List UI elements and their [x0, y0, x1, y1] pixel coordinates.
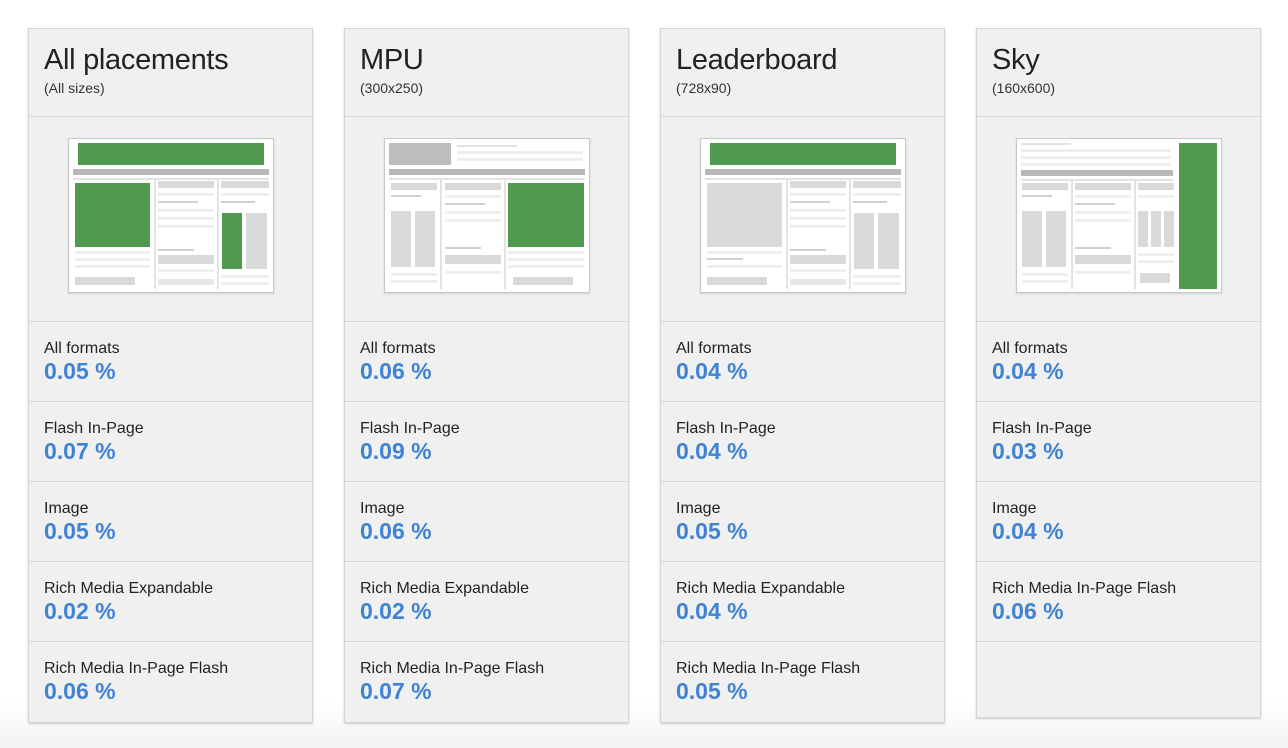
- metric-label: Rich Media In-Page Flash: [676, 660, 861, 677]
- placement-thumbnail-all: [67, 137, 274, 293]
- metric-row: All formats 0.04 %: [977, 322, 1260, 402]
- placement-thumbnail-area: [977, 117, 1260, 322]
- ad-leaderboard: [709, 142, 896, 165]
- card-subtitle: (300x250): [360, 80, 424, 96]
- placement-thumbnail-sky: [1015, 137, 1222, 293]
- metric-value: 0.06 %: [992, 598, 1064, 624]
- metric-label: Image: [360, 500, 405, 517]
- ad-mpu: [507, 182, 584, 247]
- card-subtitle: (160x600): [992, 80, 1056, 96]
- metric-label: Rich Media In-Page Flash: [992, 580, 1177, 597]
- card-subtitle: (All sizes): [44, 80, 105, 96]
- metric-value: 0.03 %: [992, 438, 1064, 464]
- metric-row: Image 0.04 %: [977, 482, 1260, 562]
- metric-value: 0.07 %: [360, 678, 432, 704]
- metric-row-empty: [977, 642, 1260, 717]
- metric-row: All formats 0.04 %: [661, 322, 944, 402]
- card-header: Leaderboard (728x90): [661, 29, 944, 117]
- metric-value: 0.04 %: [992, 358, 1064, 384]
- card-title: Sky: [992, 44, 1040, 76]
- ad-leaderboard: [77, 142, 264, 165]
- metric-label: Rich Media Expandable: [44, 580, 213, 597]
- metric-row: Image 0.05 %: [661, 482, 944, 562]
- placement-thumbnail-area: [29, 117, 312, 322]
- placement-card-all[interactable]: All placements (All sizes) All formats 0…: [28, 28, 313, 723]
- page-layout-diagram: [1020, 142, 1217, 289]
- metric-row: All formats 0.06 %: [345, 322, 628, 402]
- metric-row: Flash In-Page 0.04 %: [661, 402, 944, 482]
- metric-label: Rich Media In-Page Flash: [360, 660, 545, 677]
- metric-label: Rich Media Expandable: [360, 580, 529, 597]
- card-title: Leaderboard: [676, 44, 838, 76]
- metric-value: 0.05 %: [44, 518, 116, 544]
- page-layout-diagram: [388, 142, 585, 289]
- card-header: Sky (160x600): [977, 29, 1260, 117]
- metric-row: Rich Media In-Page Flash 0.06 %: [977, 562, 1260, 642]
- placement-thumbnail-area: [345, 117, 628, 322]
- metric-value: 0.06 %: [44, 678, 116, 704]
- metric-value: 0.05 %: [44, 358, 116, 384]
- page-layout-diagram: [704, 142, 901, 289]
- metric-label: Flash In-Page: [44, 420, 144, 437]
- metric-value: 0.07 %: [44, 438, 116, 464]
- card-subtitle: (728x90): [676, 80, 732, 96]
- metric-row: Flash In-Page 0.03 %: [977, 402, 1260, 482]
- metric-value: 0.02 %: [44, 598, 116, 624]
- placement-card-leaderboard[interactable]: Leaderboard (728x90) All formats 0.04 % …: [660, 28, 945, 723]
- ad-sky: [1178, 142, 1217, 289]
- metric-row: Flash In-Page 0.07 %: [29, 402, 312, 482]
- metric-label: All formats: [360, 340, 436, 357]
- placement-thumbnail-leaderboard: [699, 137, 906, 293]
- placement-card-mpu[interactable]: MPU (300x250) All formats 0.06 % Flash I…: [344, 28, 629, 723]
- card-title: All placements: [44, 44, 229, 76]
- metric-row: Rich Media Expandable 0.02 %: [345, 562, 628, 642]
- metric-row: Rich Media In-Page Flash 0.05 %: [661, 642, 944, 722]
- metric-row: Rich Media Expandable 0.04 %: [661, 562, 944, 642]
- placement-card-sky[interactable]: Sky (160x600) All formats 0.04 % Flash I…: [976, 28, 1261, 718]
- metric-label: Flash In-Page: [676, 420, 776, 437]
- metric-label: Image: [44, 500, 89, 517]
- metric-label: All formats: [44, 340, 120, 357]
- metric-row: All formats 0.05 %: [29, 322, 312, 402]
- ad-sky: [221, 212, 242, 269]
- metric-value: 0.09 %: [360, 438, 432, 464]
- metric-row: Image 0.05 %: [29, 482, 312, 562]
- metric-label: Flash In-Page: [360, 420, 460, 437]
- metric-row: Flash In-Page 0.09 %: [345, 402, 628, 482]
- metric-row: Rich Media Expandable 0.02 %: [29, 562, 312, 642]
- metric-label: All formats: [676, 340, 752, 357]
- metric-value: 0.04 %: [676, 598, 748, 624]
- metric-value: 0.05 %: [676, 518, 748, 544]
- metric-label: Rich Media Expandable: [676, 580, 845, 597]
- metric-label: Flash In-Page: [992, 420, 1092, 437]
- metric-value: 0.06 %: [360, 518, 432, 544]
- metric-label: Image: [676, 500, 721, 517]
- metric-value: 0.04 %: [992, 518, 1064, 544]
- card-header: MPU (300x250): [345, 29, 628, 117]
- metric-value: 0.04 %: [676, 358, 748, 384]
- metric-value: 0.04 %: [676, 438, 748, 464]
- metric-value: 0.05 %: [676, 678, 748, 704]
- page-layout-diagram: [72, 142, 269, 289]
- metric-row: Rich Media In-Page Flash 0.07 %: [345, 642, 628, 722]
- card-header: All placements (All sizes): [29, 29, 312, 117]
- metric-label: All formats: [992, 340, 1068, 357]
- metric-label: Image: [992, 500, 1037, 517]
- metric-value: 0.02 %: [360, 598, 432, 624]
- metric-row: Image 0.06 %: [345, 482, 628, 562]
- placement-thumbnail-area: [661, 117, 944, 322]
- metric-label: Rich Media In-Page Flash: [44, 660, 229, 677]
- metric-value: 0.06 %: [360, 358, 432, 384]
- metric-row: Rich Media In-Page Flash 0.06 %: [29, 642, 312, 722]
- card-title: MPU: [360, 44, 424, 76]
- ad-mpu: [74, 182, 150, 247]
- placement-thumbnail-mpu: [383, 137, 590, 293]
